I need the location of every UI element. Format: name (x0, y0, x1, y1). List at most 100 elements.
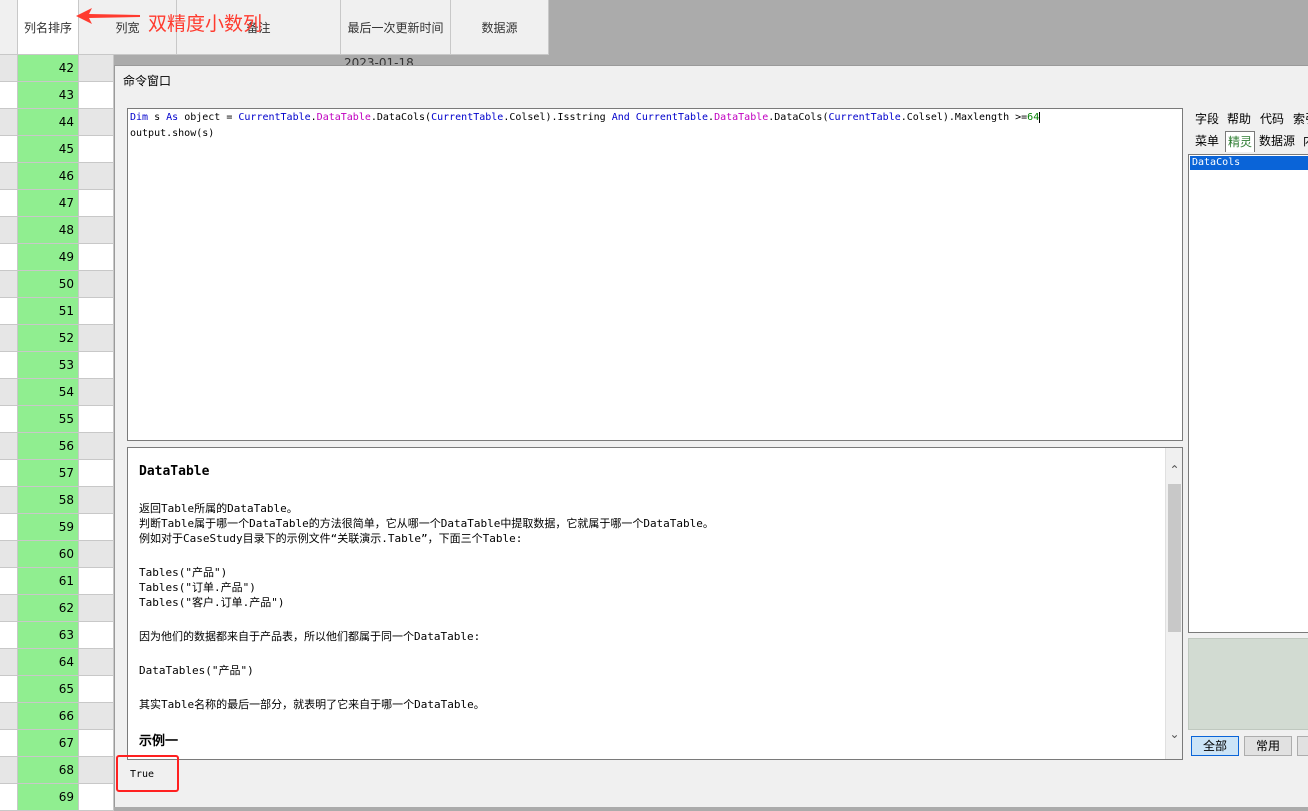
row-selector[interactable] (0, 163, 18, 190)
header-source[interactable]: 数据源 (451, 0, 549, 55)
header-updated[interactable]: 最后一次更新时间 (341, 0, 451, 55)
seq-cell[interactable]: 68 (18, 757, 79, 784)
seq-cell[interactable]: 65 (18, 676, 79, 703)
seq-cell[interactable]: 45 (18, 136, 79, 163)
seq-cell[interactable]: 59 (18, 514, 79, 541)
common-button[interactable]: 常用 (1244, 736, 1292, 756)
output-pane[interactable]: True (127, 765, 1307, 805)
list-item-selected[interactable]: DataCols (1190, 156, 1308, 170)
scroll-up-icon[interactable]: ⌃ (1166, 462, 1183, 479)
seq-cell[interactable]: 51 (18, 298, 79, 325)
width-cell[interactable] (79, 649, 114, 676)
row-selector[interactable] (0, 730, 18, 757)
row-selector[interactable] (0, 703, 18, 730)
row-selector[interactable] (0, 55, 18, 82)
row-selector[interactable] (0, 244, 18, 271)
seq-cell[interactable]: 55 (18, 406, 79, 433)
width-cell[interactable] (79, 379, 114, 406)
row-selector[interactable] (0, 298, 18, 325)
tab-datasource[interactable]: 数据源 (1259, 131, 1295, 151)
width-cell[interactable] (79, 298, 114, 325)
row-selector[interactable] (0, 595, 18, 622)
width-cell[interactable] (79, 55, 114, 82)
help-scrollbar[interactable]: ⌃ ⌄ (1165, 448, 1182, 759)
row-selector[interactable] (0, 622, 18, 649)
width-cell[interactable] (79, 109, 114, 136)
seq-cell[interactable]: 43 (18, 82, 79, 109)
row-selector[interactable] (0, 757, 18, 784)
tab-index[interactable]: 索引 (1293, 109, 1308, 129)
header-seq[interactable]: 列名排序 (18, 0, 79, 55)
row-selector[interactable] (0, 190, 18, 217)
width-cell[interactable] (79, 352, 114, 379)
seq-cell[interactable]: 50 (18, 271, 79, 298)
tab-wizard[interactable]: 精灵 (1225, 131, 1256, 152)
seq-cell[interactable]: 62 (18, 595, 79, 622)
row-selector[interactable] (0, 109, 18, 136)
seq-cell[interactable]: 52 (18, 325, 79, 352)
seq-cell[interactable]: 54 (18, 379, 79, 406)
width-cell[interactable] (79, 136, 114, 163)
width-cell[interactable] (79, 514, 114, 541)
seq-cell[interactable]: 60 (18, 541, 79, 568)
row-selector[interactable] (0, 649, 18, 676)
row-selector[interactable] (0, 433, 18, 460)
row-selector[interactable] (0, 487, 18, 514)
scroll-thumb[interactable] (1168, 484, 1181, 632)
seq-cell[interactable]: 61 (18, 568, 79, 595)
tab-fields[interactable]: 字段 (1195, 109, 1219, 129)
seq-cell[interactable]: 66 (18, 703, 79, 730)
help-pane[interactable]: DataTable 返回Table所属的DataTable。 判断Table属于… (127, 447, 1183, 760)
seq-cell[interactable]: 64 (18, 649, 79, 676)
seq-cell[interactable]: 44 (18, 109, 79, 136)
seq-cell[interactable]: 47 (18, 190, 79, 217)
scroll-down-icon[interactable]: ⌄ (1166, 726, 1183, 743)
width-cell[interactable] (79, 433, 114, 460)
row-selector[interactable] (0, 352, 18, 379)
row-selector[interactable] (0, 217, 18, 244)
seq-cell[interactable]: 46 (18, 163, 79, 190)
seq-cell[interactable]: 42 (18, 55, 79, 82)
width-cell[interactable] (79, 757, 114, 784)
row-selector[interactable] (0, 541, 18, 568)
row-selector[interactable] (0, 379, 18, 406)
row-selector[interactable] (0, 271, 18, 298)
row-selector[interactable] (0, 568, 18, 595)
width-cell[interactable] (79, 190, 114, 217)
width-cell[interactable] (79, 595, 114, 622)
width-cell[interactable] (79, 676, 114, 703)
width-cell[interactable] (79, 217, 114, 244)
row-selector[interactable] (0, 136, 18, 163)
member-list[interactable]: DataCols (1188, 154, 1308, 633)
width-cell[interactable] (79, 460, 114, 487)
seq-cell[interactable]: 63 (18, 622, 79, 649)
row-selector[interactable] (0, 676, 18, 703)
all-button[interactable]: 全部 (1191, 736, 1239, 756)
row-selector[interactable] (0, 82, 18, 109)
seq-cell[interactable]: 58 (18, 487, 79, 514)
width-cell[interactable] (79, 244, 114, 271)
width-cell[interactable] (79, 730, 114, 757)
width-cell[interactable] (79, 325, 114, 352)
row-selector[interactable] (0, 406, 18, 433)
width-cell[interactable] (79, 541, 114, 568)
seq-cell[interactable]: 49 (18, 244, 79, 271)
width-cell[interactable] (79, 271, 114, 298)
width-cell[interactable] (79, 622, 114, 649)
seq-cell[interactable]: 53 (18, 352, 79, 379)
seq-cell[interactable]: 67 (18, 730, 79, 757)
width-cell[interactable] (79, 163, 114, 190)
tab-code[interactable]: 代码 (1260, 109, 1284, 129)
seq-cell[interactable]: 57 (18, 460, 79, 487)
seq-cell[interactable]: 48 (18, 217, 79, 244)
width-cell[interactable] (79, 82, 114, 109)
code-editor[interactable]: Dim s As object = CurrentTable.DataTable… (127, 108, 1183, 441)
seq-cell[interactable]: 56 (18, 433, 79, 460)
width-cell[interactable] (79, 487, 114, 514)
row-selector[interactable] (0, 325, 18, 352)
width-cell[interactable] (79, 703, 114, 730)
row-selector[interactable] (0, 460, 18, 487)
row-selector[interactable] (0, 514, 18, 541)
tab-more[interactable]: 内 (1303, 131, 1308, 151)
width-cell[interactable] (79, 568, 114, 595)
